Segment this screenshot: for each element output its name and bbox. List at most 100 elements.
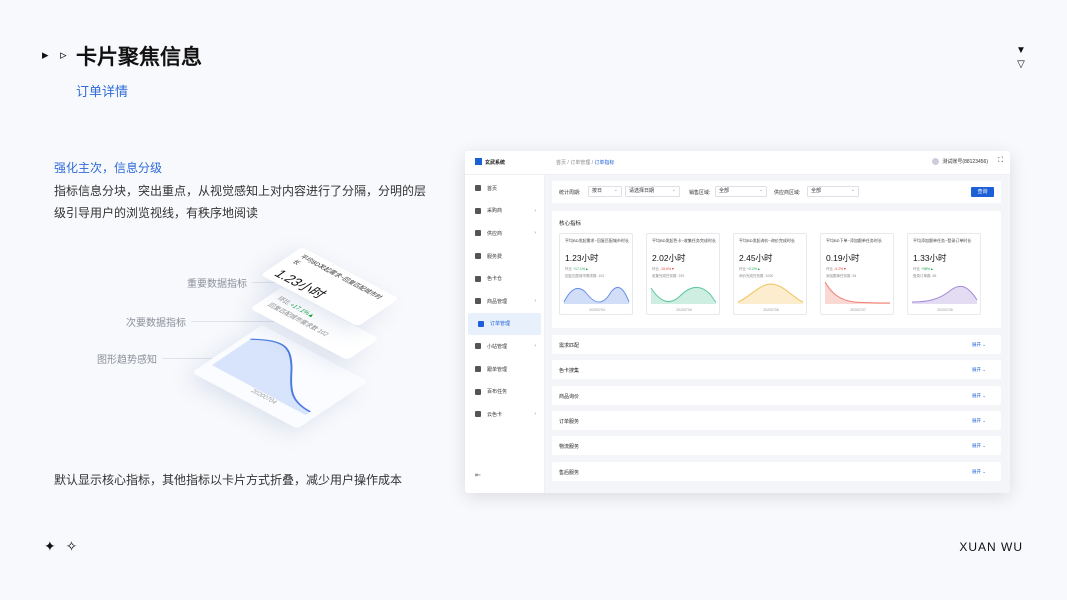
core-metrics-title: 核心指标 [559,221,582,227]
section-title: 订单服务 [559,418,580,425]
section-title: 色卡搜集 [559,368,580,375]
expand-link[interactable]: 展开 ⌄ [972,393,986,399]
app-topbar: 玄武系统 首页 / 订单管理 / 订单指标 测试账号(88123456) ⛶ [465,151,1010,175]
breadcrumb-current: 订单指标 [594,160,615,166]
section-title: 售后服务 [559,469,580,476]
kpi-date: 20200704 [589,308,605,312]
kpi-compare-label: 环比 [913,267,920,271]
sparkle-icon: ✦ ✧ [44,538,81,554]
collapsed-section: 色卡搜集 展开 ⌄ [552,360,1001,380]
breadcrumb-home[interactable]: 首页 [556,160,566,166]
sidebar-item[interactable]: 云色卡 › [465,403,544,426]
kpi-delta: +17.1%▲ [572,267,589,271]
app-brand: 玄武系统 [485,160,506,166]
breadcrumb: 首页 / 订单管理 / 订单指标 [556,160,615,166]
kpi-card[interactable]: 平均BD下单~添加跟单任务时长 0.19小时 环比 -9.2%▼ 添加跟单任务数: 5… [820,233,894,315]
supply-region-label: 供应商区域: [774,190,801,196]
sidebar-item-label: 采购商 [487,208,503,215]
chevron-right-icon: › [534,207,536,214]
collapse-menu-icon[interactable]: ⇤ [475,471,481,479]
label-trend: 图形趋势感知 [97,355,157,366]
kpi-card[interactable]: 平均添加跟单任务~登录订单时长 1.33小时 环比 +38%▲ 登录订单数: 65 20… [907,233,981,315]
menu-icon [475,298,481,305]
sidebar-item[interactable]: 订单管理 [468,312,541,336]
sidebar-item[interactable]: 百布任务 [465,380,544,403]
kpi-detail-label: 询价完成任务数 [739,274,764,278]
sales-region-label: 销售区域: [689,190,711,196]
kpi-date: 20200706 [763,308,779,312]
kpi-compare-label: 环比 [565,267,572,271]
kpi-title: 平均BD发起色卡~收集任务完成时长 [652,238,716,243]
kpi-count: 54 [852,274,857,278]
sidebar-item[interactable]: 采购商 › [465,200,544,223]
kpi-title: 平均添加跟单任务~登录订单时长 [913,238,972,243]
section-heading: 强化主次，信息分级 [54,161,163,175]
page-subtitle: 订单详情 [76,84,129,99]
collapsed-section: 物流服务 展开 ⌄ [552,436,1001,456]
breadcrumb-orders[interactable]: 订单管理 [570,160,590,166]
menu-icon [475,388,481,395]
kpi-card[interactable]: 平均BD发起询价~询价完成时长 2.45小时 环比 +2.2%▲ 询价完成任务数: 1… [733,233,807,315]
section-footer-note: 默认显示核心指标，其他指标以卡片方式折叠，减少用户操作成本 [54,473,403,487]
query-button[interactable]: 查询 [971,187,994,197]
kpi-trend-area [738,284,803,304]
collapsed-section: 售后服务 展开 ⌄ [552,461,1001,481]
supply-region-select[interactable]: 全部 [807,186,859,197]
menu-icon [475,253,481,260]
chevron-right-icon: › [534,343,536,350]
kpi-value: 0.19小时 [826,253,860,263]
kpi-title: 平均BD发起需求~回复匹配城市时长 [565,238,629,243]
sidebar-item[interactable]: 商品管理 › [465,290,544,313]
kpi-card[interactable]: 平均BD发起色卡~收集任务完成时长 2.02小时 环比 -15.6%▼ 收集完成任务数… [646,233,720,315]
expand-link[interactable]: 展开 ⌄ [972,418,986,424]
user-name: 测试账号(88123456) [942,159,988,165]
chevron-right-icon: › [534,411,536,418]
kpi-compare-label: 环比 [826,267,833,271]
expand-link[interactable]: 展开 ⌄ [972,443,986,449]
section-title: 商品询价 [559,393,580,400]
sidebar-item[interactable]: 跟单管理 [465,358,544,381]
sidebar-item[interactable]: 服务费 [465,245,544,268]
date-picker[interactable]: 请选择日期 [625,186,680,197]
kpi-card[interactable]: 平均BD发起需求~回复匹配城市时长 1.23小时 环比 +17.1%▲ 回复匹配城市需… [559,233,633,315]
fullscreen-icon[interactable]: ⛶ [998,157,1003,165]
section-body: 指标信息分块，突出重点，从视觉感知上对内容进行了分隔，分明的层级引导用户的浏览视… [54,184,427,220]
expand-link[interactable]: 展开 ⌄ [972,342,986,348]
kpi-title: 平均BD下单~添加跟单任务时长 [826,238,882,243]
menu-icon [475,185,481,192]
period-select[interactable]: 按日 [588,186,622,197]
app-screenshot: 玄武系统 首页 / 订单管理 / 订单指标 测试账号(88123456) ⛶ 首… [465,151,1010,493]
kpi-delta: -15.6%▼ [659,267,675,271]
sidebar-item[interactable]: 色卡仓 [465,267,544,290]
sidebar: 首页 采购商 › 供应商 › 服务费 色卡仓 商品管理 › 订单管理 小站管理 › 跟单管理 百布任务 云色… [465,175,545,493]
sidebar-item[interactable]: 供应商 › [465,222,544,245]
user-account[interactable]: 测试账号(88123456) [932,158,988,165]
collapsed-section: 订单服务 展开 ⌄ [552,410,1001,430]
brand-name: XUAN WU [959,540,1023,554]
kpi-value: 2.45小时 [739,253,773,263]
core-metrics-panel: 核心指标 平均BD发起需求~回复匹配城市时长 1.23小时 环比 +17.1%▲ 回复… [552,211,1001,328]
sidebar-item-label: 商品管理 [487,298,508,305]
kpi-delta: -9.2%▼ [833,267,847,271]
expand-link[interactable]: 展开 ⌄ [972,469,986,475]
chevron-right-icon: › [534,298,536,305]
sidebar-item[interactable]: 小站管理 › [465,335,544,358]
kpi-trend-area [651,287,716,304]
page-title: 卡片聚焦信息 [76,46,202,69]
menu-icon [475,230,481,237]
kpi-count: 102 [598,274,605,278]
section-title: 物流服务 [559,444,580,451]
sidebar-item-label: 供应商 [487,230,503,237]
expand-link[interactable]: 展开 ⌄ [972,367,986,373]
sales-region-select[interactable]: 全部 [715,186,767,197]
kpi-compare-label: 环比 [652,267,659,271]
app-logo[interactable]: 玄武系统 [475,158,505,166]
corner-triangles-icon: ▼ ▽ [1016,45,1026,70]
isometric-card-illustration: 20200704 环比 +17.1%▲ 回复匹配城市需求数 102 平均BD发起… [191,225,450,445]
kpi-trend-chart [563,286,630,304]
kpi-trend-chart [824,281,891,304]
kpi-value: 2.02小时 [652,253,686,263]
period-label: 统计周期: [559,190,581,196]
sidebar-item[interactable]: 首页 [465,177,544,200]
kpi-date: 20200707 [850,308,866,312]
